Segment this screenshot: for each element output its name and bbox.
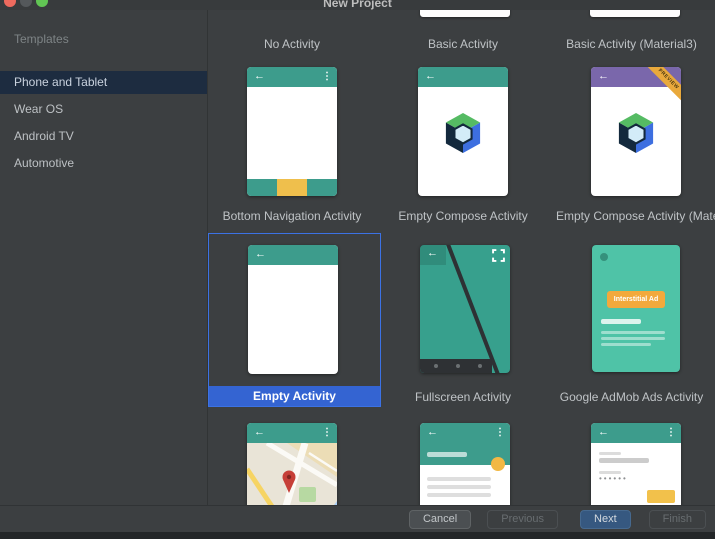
basic-activity-material3-thumbnail[interactable]: [590, 10, 680, 17]
back-arrow-icon: ←: [254, 426, 265, 439]
sidebar-item-wear-os[interactable]: Wear OS: [0, 98, 207, 121]
thumbnail-appbar: ← ⋮: [247, 67, 337, 87]
selected-template-label[interactable]: Empty Activity: [209, 386, 380, 406]
jetpack-compose-logo-icon: [444, 111, 482, 155]
sidebar-item-phone-and-tablet[interactable]: Phone and Tablet: [0, 71, 207, 94]
fullscreen-icon: [492, 249, 505, 262]
back-arrow-icon: ←: [427, 247, 438, 260]
template-grid: No Activity Basic Activity Basic Activit…: [208, 10, 715, 505]
previous-button[interactable]: Previous: [487, 510, 558, 529]
empty-compose-activity-thumbnail[interactable]: ←: [418, 67, 508, 196]
new-project-dialog: New Project Templates Phone and Tablet W…: [0, 0, 715, 539]
basic-activity-thumbnail[interactable]: [420, 10, 510, 17]
fullscreen-activity-thumbnail[interactable]: ←: [420, 245, 510, 373]
admob-ads-activity-thumbnail[interactable]: Interstitial Ad: [592, 245, 680, 372]
thumbnail-appbar: ←: [418, 67, 508, 87]
template-label-empty-compose[interactable]: Empty Compose Activity: [378, 209, 548, 224]
overflow-menu-icon: ⋮: [666, 426, 676, 439]
template-label-basic-activity[interactable]: Basic Activity: [378, 37, 548, 52]
window-title: New Project: [0, 0, 715, 10]
thumbnail-appbar: ← ⋮: [247, 423, 337, 443]
bottom-navigation-activity-thumbnail[interactable]: ← ⋮: [247, 67, 337, 196]
template-label-admob[interactable]: Google AdMob Ads Activity: [548, 390, 715, 405]
overflow-menu-icon: ⋮: [495, 426, 505, 439]
empty-activity-thumbnail[interactable]: ←: [248, 245, 338, 374]
status-dot: [600, 253, 608, 261]
dialog-footer: Cancel Previous Next Finish: [0, 505, 715, 532]
templates-sidebar: Templates Phone and Tablet Wear OS Andro…: [0, 10, 207, 505]
template-label-fullscreen[interactable]: Fullscreen Activity: [378, 390, 548, 405]
scrolling-activity-thumbnail[interactable]: ← ⋮: [420, 423, 510, 505]
template-label-empty-compose-material3[interactable]: Empty Compose Activity (Materi...: [556, 209, 715, 224]
back-arrow-icon: ←: [425, 70, 436, 83]
interstitial-ad-button: Interstitial Ad: [607, 291, 665, 308]
diagonal-divider: [444, 245, 501, 373]
maps-activity-thumbnail[interactable]: ← ⋮: [247, 423, 337, 505]
templates-header: Templates: [14, 32, 69, 46]
password-dots: ••••••: [599, 474, 628, 483]
back-arrow-icon: ←: [598, 426, 609, 439]
back-arrow-icon: ←: [255, 248, 266, 261]
bottom-nav-bar: [247, 179, 337, 196]
back-arrow-icon: ←: [427, 426, 438, 439]
template-label-bottom-navigation[interactable]: Bottom Navigation Activity: [208, 209, 376, 224]
map-preview: [247, 443, 337, 505]
fab-icon: [491, 457, 505, 471]
window-titlebar: New Project: [0, 0, 715, 10]
login-activity-thumbnail[interactable]: ← ⋮ ••••••: [591, 423, 681, 505]
thumbnail-appbar: ← ⋮: [420, 423, 510, 443]
window-bottom-edge: [0, 532, 715, 539]
back-arrow-icon: ←: [254, 70, 265, 83]
thumbnail-appbar: ←: [248, 245, 338, 265]
sidebar-item-android-tv[interactable]: Android TV: [0, 125, 207, 148]
login-submit-button: [647, 490, 675, 503]
template-label-no-activity[interactable]: No Activity: [208, 37, 376, 52]
cancel-button[interactable]: Cancel: [409, 510, 471, 529]
empty-compose-activity-material3-thumbnail[interactable]: ← PREVIEW: [591, 67, 681, 196]
finish-button[interactable]: Finish: [649, 510, 706, 529]
overflow-menu-icon: ⋮: [322, 426, 332, 439]
empty-activity-selected-cell[interactable]: ← Empty Activity: [208, 233, 381, 407]
thumbnail-appbar: ← ⋮: [591, 423, 681, 443]
overflow-menu-icon: ⋮: [322, 70, 332, 83]
next-button[interactable]: Next: [580, 510, 631, 529]
preview-ribbon: PREVIEW: [645, 67, 681, 103]
back-arrow-icon: ←: [598, 70, 609, 83]
sidebar-item-automotive[interactable]: Automotive: [0, 152, 207, 175]
template-label-basic-activity-material3[interactable]: Basic Activity (Material3): [548, 37, 715, 52]
jetpack-compose-logo-icon: [617, 111, 655, 155]
